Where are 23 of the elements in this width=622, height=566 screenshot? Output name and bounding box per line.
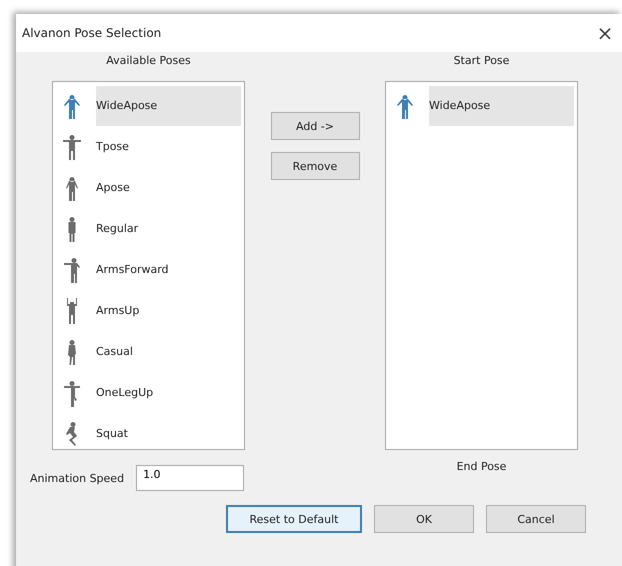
pose-item[interactable]: ArmsUp — [56, 290, 241, 331]
pose-item[interactable]: Squat — [56, 413, 241, 454]
figure-icon — [62, 378, 82, 406]
dialog-button[interactable]: Reset to Default — [226, 505, 362, 533]
figure-icon — [62, 132, 82, 160]
close-button[interactable]: × — [588, 21, 622, 45]
list-label: End Pose — [456, 459, 506, 474]
pose-item[interactable]: Regular — [56, 208, 241, 249]
dialog-button[interactable]: Cancel — [486, 505, 586, 533]
pose-item[interactable]: Apose — [56, 167, 241, 208]
window-title: Alvanon Pose Selection — [22, 26, 162, 40]
pose-item[interactable]: Casual — [56, 331, 241, 372]
speed-field[interactable]: 1.0 — [136, 465, 244, 491]
figure-icon — [62, 256, 82, 284]
pose-item[interactable]: ArmsForward — [56, 249, 241, 290]
action-button[interactable]: Add -> — [270, 112, 360, 140]
dialog-button[interactable]: OK — [374, 505, 474, 533]
pose-item[interactable]: Tpose — [56, 126, 241, 167]
list-label: Start Pose — [454, 53, 510, 69]
list-label: Available Poses — [106, 53, 191, 69]
field-label: Animation Speed — [30, 472, 124, 484]
action-button[interactable]: Remove — [270, 152, 360, 180]
pose-item[interactable]: OneLegUp — [56, 372, 241, 413]
